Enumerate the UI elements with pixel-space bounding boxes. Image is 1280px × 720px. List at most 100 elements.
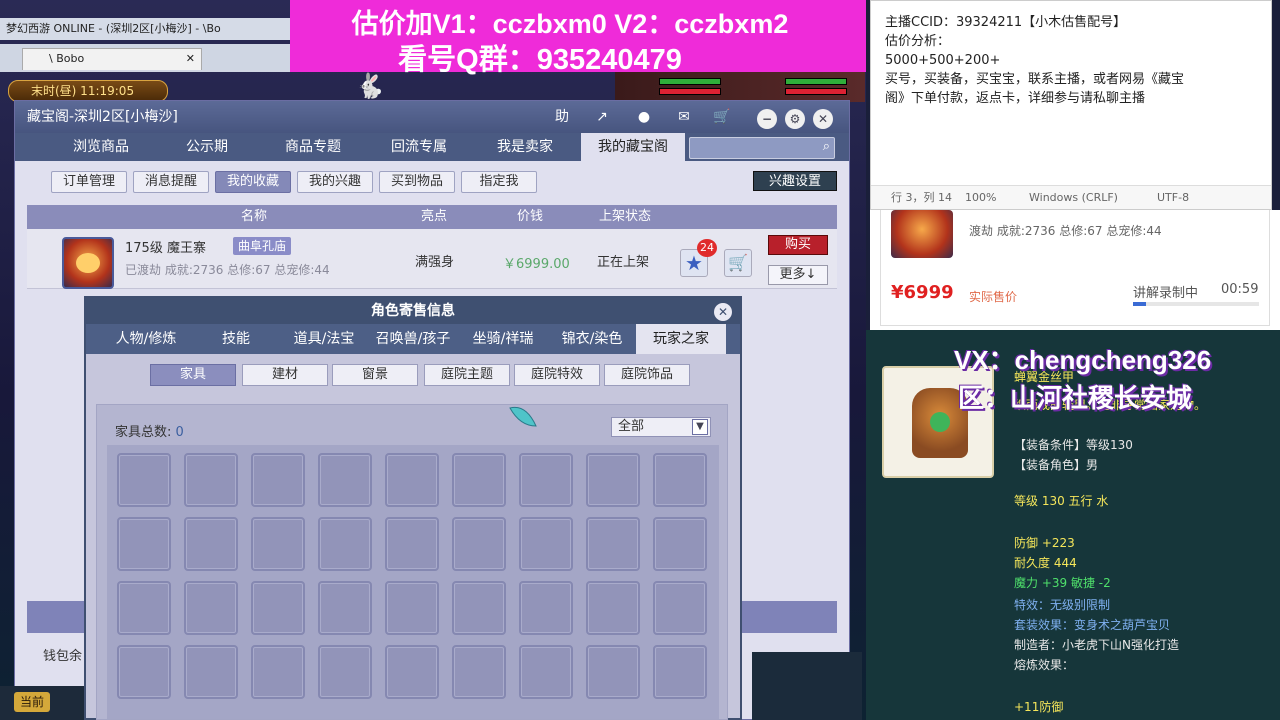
tab-publicity[interactable]: 公示期: [155, 133, 259, 161]
cursor-position: 行 3，列 14: [891, 191, 952, 204]
equipment-stat-line: 【装备角色】男: [1014, 458, 1099, 472]
furniture-slot[interactable]: [385, 645, 439, 699]
tab-my-treasure[interactable]: 我的藏宝阁: [581, 133, 685, 161]
tab-outfits[interactable]: 锦衣/染色: [548, 324, 636, 354]
furniture-slot[interactable]: [653, 453, 707, 507]
browser-tab[interactable]: \ Bobo ✕: [22, 48, 202, 70]
tab-skills[interactable]: 技能: [194, 324, 278, 354]
window-title-bar: 藏宝阁-深圳2区[小梅沙] 助 ↗ ● ✉ 🛒 − ⚙ ✕: [15, 101, 849, 133]
furniture-slot[interactable]: [519, 645, 573, 699]
filter-yard-effects[interactable]: 庭院特效: [514, 364, 600, 386]
furniture-slot[interactable]: [251, 453, 305, 507]
furniture-slot[interactable]: [385, 453, 439, 507]
furniture-slot[interactable]: [519, 453, 573, 507]
furniture-slot[interactable]: [452, 581, 506, 635]
message-reminder-button[interactable]: 消息提醒: [133, 171, 209, 193]
furniture-slot[interactable]: [251, 581, 305, 635]
furniture-slot[interactable]: [251, 645, 305, 699]
filter-window-view[interactable]: 窗景: [332, 364, 418, 386]
product-price: ¥6999: [891, 282, 954, 303]
more-button[interactable]: 更多↓: [768, 265, 828, 285]
equipment-stat-line: +11防御: [1014, 700, 1064, 714]
furniture-slot[interactable]: [452, 645, 506, 699]
filter-yard-decor[interactable]: 庭院饰品: [604, 364, 690, 386]
furniture-slot[interactable]: [586, 453, 640, 507]
tab-topics[interactable]: 商品专题: [261, 133, 365, 161]
zoom-level: 100%: [965, 191, 997, 204]
table-row[interactable]: 175级 魔王寨 曲阜孔庙 已渡劫 成就:2736 总修:67 总宠修:44 满…: [27, 229, 837, 289]
close-icon[interactable]: ✕: [186, 49, 195, 69]
my-interests-button[interactable]: 我的兴趣: [297, 171, 373, 193]
furniture-slot[interactable]: [519, 517, 573, 571]
furniture-slot[interactable]: [117, 453, 171, 507]
tab-return[interactable]: 回流专属: [367, 133, 471, 161]
furniture-slot[interactable]: [318, 517, 372, 571]
furniture-slot[interactable]: [251, 517, 305, 571]
product-thumbnail: [891, 210, 953, 258]
furniture-slot[interactable]: [117, 645, 171, 699]
chevron-down-icon[interactable]: ▼: [692, 419, 708, 435]
filter-materials[interactable]: 建材: [242, 364, 328, 386]
game-action-icons[interactable]: [752, 652, 862, 720]
mp-bar: [659, 88, 721, 95]
cart-icon[interactable]: 🛒: [724, 249, 752, 277]
hp-bar: [785, 78, 847, 85]
tab-pets[interactable]: 召唤兽/孩子: [368, 324, 458, 354]
column-highlight: 亮点: [421, 209, 448, 224]
tab-browse[interactable]: 浏览商品: [49, 133, 153, 161]
tab-mounts[interactable]: 坐骑/祥瑞: [460, 324, 546, 354]
help-icon[interactable]: 助: [551, 107, 573, 127]
close-icon[interactable]: ✕: [813, 109, 833, 129]
designated-me-button[interactable]: 指定我: [461, 171, 537, 193]
notepad-line: 5000+500+200+: [885, 53, 1001, 68]
furniture-slot[interactable]: [586, 645, 640, 699]
furniture-slot[interactable]: [519, 581, 573, 635]
furniture-slot[interactable]: [653, 581, 707, 635]
furniture-slot[interactable]: [653, 517, 707, 571]
furniture-count-label: 家具总数:: [115, 425, 172, 440]
interest-settings-button[interactable]: 兴趣设置: [753, 171, 837, 191]
furniture-slot[interactable]: [117, 581, 171, 635]
filter-yard-theme[interactable]: 庭院主题: [424, 364, 510, 386]
furniture-slot[interactable]: [452, 517, 506, 571]
furniture-slot[interactable]: [385, 517, 439, 571]
furniture-slot[interactable]: [184, 645, 238, 699]
tab-items[interactable]: 道具/法宝: [282, 324, 366, 354]
furniture-slot[interactable]: [318, 645, 372, 699]
buy-button[interactable]: 购买: [768, 235, 828, 255]
minimize-icon[interactable]: −: [757, 109, 777, 129]
furniture-slot[interactable]: [184, 453, 238, 507]
furniture-slot[interactable]: [653, 645, 707, 699]
current-channel-label[interactable]: 当前: [14, 692, 50, 712]
my-favorites-button[interactable]: 我的收藏: [215, 171, 291, 193]
notepad-text[interactable]: 主播CCID：39324211【小木估售配号】 估价分析： 5000+500+2…: [885, 13, 1265, 108]
dialog-title: 角色寄售信息: [86, 298, 740, 324]
column-status: 上架状态: [599, 209, 652, 224]
close-icon[interactable]: ✕: [714, 303, 732, 321]
filter-furniture[interactable]: 家具: [150, 364, 236, 386]
furniture-slot[interactable]: [586, 517, 640, 571]
tab-player-home[interactable]: 玩家之家: [636, 324, 726, 354]
purchased-items-button[interactable]: 买到物品: [379, 171, 455, 193]
cart-icon[interactable]: 🛒: [711, 107, 733, 127]
product-card-body[interactable]: 渡劫 成就:2736 总修:67 总宠修:44 ¥6999 实际售价 讲解录制中…: [880, 210, 1270, 326]
settings-icon[interactable]: ⚙: [785, 109, 805, 129]
search-icon[interactable]: ⌕: [823, 139, 830, 154]
category-select[interactable]: 全部 ▼: [611, 417, 711, 437]
avatar[interactable]: [62, 237, 114, 289]
furniture-slot[interactable]: [452, 453, 506, 507]
furniture-slot[interactable]: [318, 581, 372, 635]
share-icon[interactable]: ↗: [591, 107, 613, 127]
furniture-slot[interactable]: [117, 517, 171, 571]
furniture-slot[interactable]: [184, 517, 238, 571]
furniture-slot[interactable]: [318, 453, 372, 507]
furniture-slot[interactable]: [184, 581, 238, 635]
order-management-button[interactable]: 订单管理: [51, 171, 127, 193]
tab-character[interactable]: 人物/修炼: [102, 324, 190, 354]
tab-seller[interactable]: 我是卖家: [473, 133, 577, 161]
record-icon[interactable]: ●: [633, 107, 655, 127]
furniture-slot[interactable]: [385, 581, 439, 635]
search-input[interactable]: ⌕: [689, 137, 835, 159]
chat-icon[interactable]: ✉: [673, 107, 695, 127]
furniture-slot[interactable]: [586, 581, 640, 635]
